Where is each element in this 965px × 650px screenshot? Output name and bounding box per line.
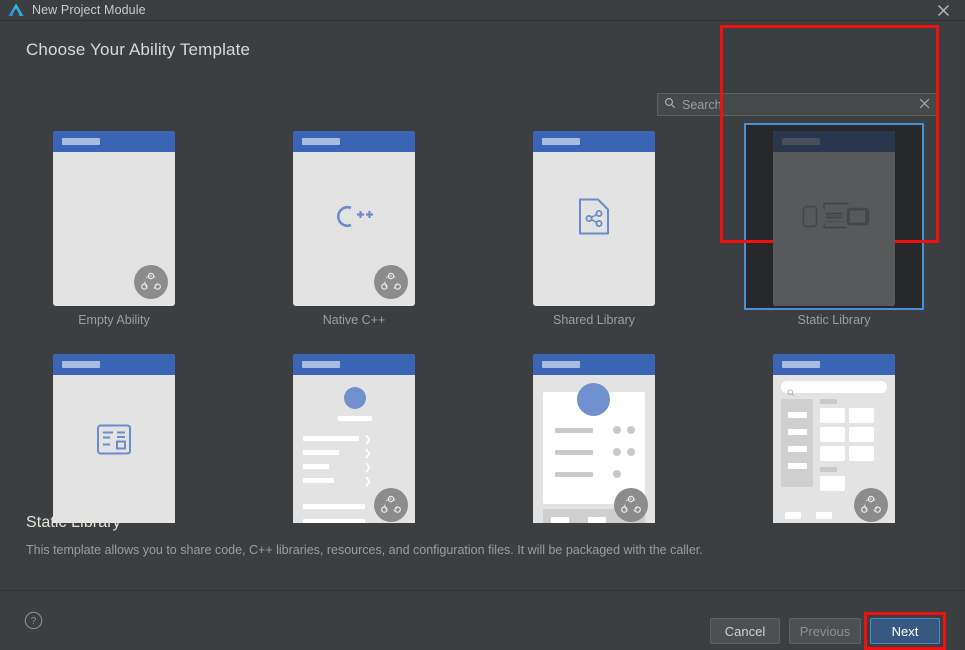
mock-bar: [785, 512, 801, 519]
mock-tile: [849, 408, 874, 423]
mock-bar: [303, 450, 339, 455]
description-text: This template allows you to share code, …: [26, 543, 703, 557]
template-card-shared-library[interactable]: Shared Library: [474, 131, 714, 327]
mock-bar: [303, 478, 334, 483]
distributed-devices-icon: [854, 488, 888, 522]
mock-tile: [820, 446, 845, 461]
mock-bar: [303, 504, 365, 509]
mock-bar: [303, 436, 359, 441]
distributed-devices-icon: [614, 488, 648, 522]
chevron-right-icon: ❯: [364, 462, 372, 472]
mock-tile: [849, 446, 874, 461]
mock-bar: [788, 412, 807, 418]
next-button[interactable]: Next: [870, 618, 940, 644]
new-project-module-dialog: Choose Your Ability Template Search Empt…: [0, 21, 965, 650]
mock-bar: [820, 399, 837, 404]
template-card-empty-ability[interactable]: Empty Ability: [0, 131, 234, 327]
mock-dot: [627, 426, 635, 434]
selected-overlay: [773, 131, 895, 306]
mock-title-bar: [53, 354, 175, 375]
title-bar: New Project Module: [0, 0, 965, 21]
mock-bar: [588, 517, 606, 523]
share-document-icon: [575, 196, 613, 241]
template-thumbnail: [53, 131, 175, 306]
cancel-button[interactable]: Cancel: [710, 618, 780, 644]
template-thumbnail: [773, 354, 895, 523]
mock-bar: [788, 463, 807, 469]
mock-tile: [820, 408, 845, 423]
previous-button[interactable]: Previous: [789, 618, 861, 644]
mock-bar: [303, 464, 329, 469]
distributed-devices-icon: [134, 265, 168, 299]
form-layout-icon: [96, 423, 132, 460]
distributed-devices-icon: [374, 265, 408, 299]
mock-tile: [820, 476, 845, 491]
template-label: Native C++: [322, 313, 386, 327]
mock-title-bar: [293, 131, 415, 152]
mock-bar: [820, 467, 837, 472]
mock-tile: [820, 427, 845, 442]
mock-bar: [551, 517, 569, 523]
close-icon[interactable]: [921, 0, 965, 21]
mock-bar: [816, 512, 832, 519]
mock-bar: [555, 450, 593, 455]
template-thumbnail: ❯ ❯ ❯ ❯: [293, 354, 415, 523]
mock-avatar: [577, 383, 610, 416]
mock-title-bar: [533, 131, 655, 152]
help-icon[interactable]: ?: [24, 611, 43, 635]
mock-dot: [627, 448, 635, 456]
distributed-devices-icon: [374, 488, 408, 522]
svg-text:?: ?: [31, 616, 37, 627]
template-label: Shared Library: [553, 313, 635, 327]
search-placeholder: Search: [682, 97, 722, 112]
mock-dot: [613, 470, 621, 478]
mock-bar: [555, 428, 593, 433]
template-thumbnail: [53, 354, 175, 523]
template-thumbnail: [533, 354, 655, 523]
mock-title-bar: [533, 354, 655, 375]
deveco-logo-icon: [7, 2, 25, 18]
mock-dot: [613, 426, 621, 434]
template-thumbnail: [293, 131, 415, 306]
template-label: Static Library: [797, 313, 871, 327]
template-card-7[interactable]: [474, 354, 714, 523]
chevron-right-icon: ❯: [364, 476, 372, 486]
cpp-logo-icon: [333, 203, 375, 234]
mock-bar: [788, 429, 807, 435]
chevron-right-icon: ❯: [364, 448, 372, 458]
mock-title-bar: [53, 131, 175, 152]
template-thumbnail: [773, 131, 895, 306]
mock-bar: [338, 416, 372, 421]
mock-bar: [788, 446, 807, 452]
template-label: Empty Ability: [78, 313, 150, 327]
mock-title-bar: [293, 354, 415, 375]
mock-bar: [303, 519, 365, 523]
page-title: Choose Your Ability Template: [26, 40, 251, 59]
mock-search-field: [781, 381, 887, 393]
template-thumbnail: [533, 131, 655, 306]
description-title: Static Library: [26, 514, 121, 531]
window-title: New Project Module: [32, 3, 146, 17]
template-card-6[interactable]: ❯ ❯ ❯ ❯: [234, 354, 474, 523]
template-card-static-library[interactable]: Static Library: [714, 123, 954, 327]
template-grid: Empty Ability Native C++ Shared Library …: [0, 113, 965, 523]
mock-bar: [555, 472, 593, 477]
template-card-native-cpp[interactable]: Native C++: [234, 131, 474, 327]
search-icon: [664, 96, 676, 114]
footer-divider: [0, 590, 965, 591]
clear-icon[interactable]: [919, 96, 930, 114]
template-card-5[interactable]: [0, 354, 234, 523]
mock-avatar: [344, 387, 366, 409]
mock-tile: [849, 427, 874, 442]
mock-title-bar: [773, 354, 895, 375]
template-card-8[interactable]: [714, 354, 954, 523]
chevron-right-icon: ❯: [364, 434, 372, 444]
mock-dot: [613, 448, 621, 456]
